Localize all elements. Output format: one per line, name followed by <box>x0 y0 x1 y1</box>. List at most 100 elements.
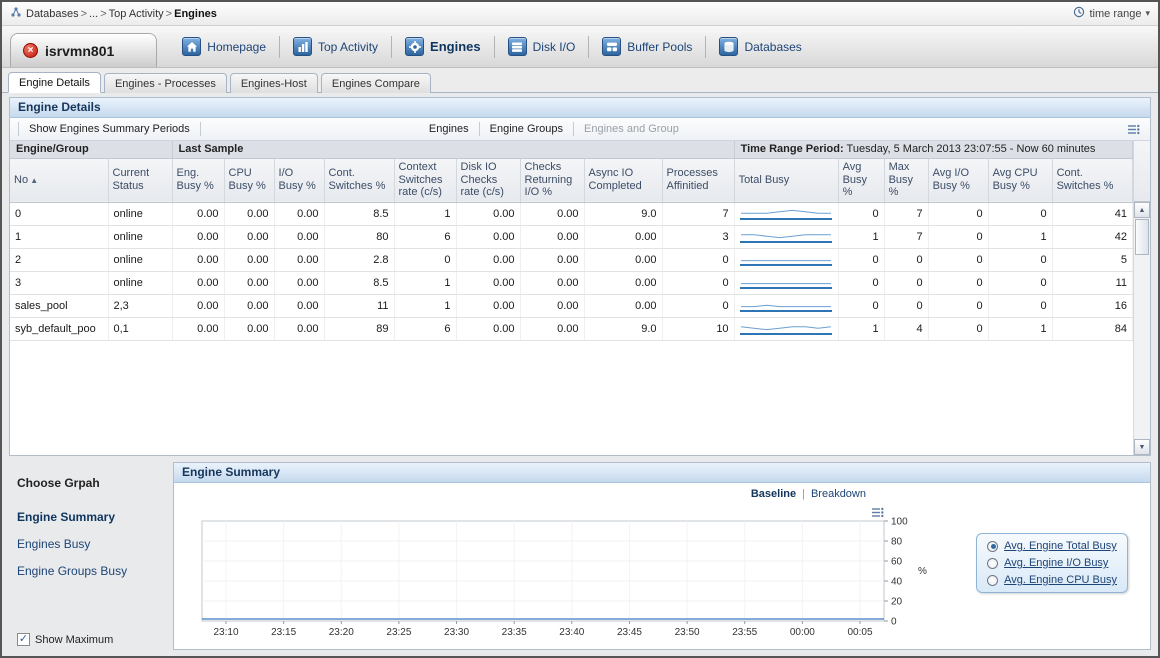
table-options-icon[interactable] <box>1127 124 1140 135</box>
cell: 0.00 <box>584 294 662 317</box>
cell: online <box>108 225 172 248</box>
cell: 11 <box>1052 271 1132 294</box>
breakdown-link[interactable]: Breakdown <box>811 488 866 500</box>
tab-engines-processes[interactable]: Engines - Processes <box>104 73 227 93</box>
table-row[interactable]: 1online0.000.000.008060.000.000.00317014… <box>10 225 1133 248</box>
nav-databases[interactable]: Databases <box>710 33 810 60</box>
table-scrollbar[interactable]: ▲ ▼ <box>1133 202 1150 455</box>
nav-engines[interactable]: Engines <box>396 33 490 60</box>
engines-table-zone: Engine/GroupLast SampleTime Range Period… <box>10 141 1150 455</box>
column-header-cont-switches[interactable]: Cont. Switches % <box>324 158 394 202</box>
total-busy-sparkline <box>734 294 838 317</box>
legend-option-avg-engine-cpu-busy[interactable]: Avg. Engine CPU Busy <box>987 574 1117 586</box>
engine-summary-panel: Engine Summary Baseline | Breakdown 0204… <box>173 462 1151 650</box>
column-header-cpu-busy[interactable]: CPU Busy % <box>224 158 274 202</box>
table-row[interactable]: 2online0.000.000.002.800.000.000.0000000… <box>10 248 1133 271</box>
svg-text:00:05: 00:05 <box>847 627 872 638</box>
cell: 0.00 <box>584 225 662 248</box>
cell: 0.00 <box>172 202 224 225</box>
baseline-link[interactable]: Baseline <box>751 488 796 500</box>
column-header-disk-io-checks-rate-c-s[interactable]: Disk IO Checks rate (c/s) <box>456 158 520 202</box>
engine-summary-chart-area: Baseline | Breakdown 02040608010023:1023… <box>174 483 1150 649</box>
table-row[interactable]: 3online0.000.000.008.510.000.000.0000000… <box>10 271 1133 294</box>
home-icon <box>182 37 201 56</box>
toolbar-separator <box>18 122 19 136</box>
show-maximum-checkbox[interactable]: ✓ Show Maximum <box>17 633 163 646</box>
table-row[interactable]: 0online0.000.000.008.510.000.009.0707004… <box>10 202 1133 225</box>
nav-homepage[interactable]: Homepage <box>173 33 275 60</box>
nav-buffer-pools[interactable]: Buffer Pools <box>593 33 701 60</box>
column-header-cont-switches[interactable]: Cont. Switches % <box>1052 158 1132 202</box>
graph-option-engine-groups-busy[interactable]: Engine Groups Busy <box>17 564 163 578</box>
page-title: isrvmn801 <box>45 43 114 59</box>
cell: sales_pool <box>10 294 108 317</box>
column-header-avg-cpu-busy[interactable]: Avg CPU Busy % <box>988 158 1052 202</box>
link-separator: | <box>802 488 805 500</box>
nav-top-activity[interactable]: Top Activity <box>284 33 387 60</box>
svg-text:23:25: 23:25 <box>386 627 411 638</box>
column-header-processes-affinitied[interactable]: Processes Affinitied <box>662 158 734 202</box>
breadcrumb-item-[interactable]: ... <box>89 8 98 20</box>
column-header-async-io-completed[interactable]: Async IO Completed <box>584 158 662 202</box>
graph-option-engines-busy[interactable]: Engines Busy <box>17 537 163 551</box>
column-header-context-switches-rate-c-s[interactable]: Context Switches rate (c/s) <box>394 158 456 202</box>
table-row[interactable]: sales_pool2,30.000.000.001110.000.000.00… <box>10 294 1133 317</box>
sparkline-icon <box>739 274 833 289</box>
chart-legend: Avg. Engine Total Busy Avg. Engine I/O Bu… <box>976 533 1128 593</box>
column-group-last-sample: Last Sample <box>172 141 734 158</box>
main-content: Engine Details Show Engines Summary Peri… <box>2 93 1158 460</box>
cell: 0 <box>928 271 988 294</box>
scroll-up-button[interactable]: ▲ <box>1134 202 1150 218</box>
column-header-avg-busy[interactable]: Avg Busy % <box>838 158 884 202</box>
svg-text:60: 60 <box>891 557 903 568</box>
table-row[interactable]: syb_default_poo0,10.000.000.008960.000.0… <box>10 317 1133 340</box>
cell: 0 <box>988 248 1052 271</box>
tab-bar: Engine DetailsEngines - ProcessesEngines… <box>2 68 1158 93</box>
cell: 0.00 <box>456 317 520 340</box>
scroll-down-button[interactable]: ▼ <box>1134 439 1150 455</box>
nav-disk-i-o[interactable]: Disk I/O <box>499 33 585 60</box>
cell: 42 <box>1052 225 1132 248</box>
breadcrumb-item-engines[interactable]: Engines <box>174 8 217 20</box>
legend-option-avg-engine-i-o-busy[interactable]: Avg. Engine I/O Busy <box>987 557 1117 569</box>
column-header-checks-returning-i-o[interactable]: Checks Returning I/O % <box>520 158 584 202</box>
cell: 1 <box>838 225 884 248</box>
column-header-no[interactable]: No ▲ <box>10 158 108 202</box>
nav-label: Homepage <box>207 40 266 54</box>
cell: online <box>108 248 172 271</box>
header: × isrvmn801 HomepageTop ActivityEnginesD… <box>2 26 1158 68</box>
show-engines-summary-periods-button[interactable]: Show Engines Summary Periods <box>21 121 198 137</box>
column-header-current-status[interactable]: Current Status <box>108 158 172 202</box>
legend-option-avg-engine-total-busy[interactable]: Avg. Engine Total Busy <box>987 540 1117 552</box>
time-range-label: time range <box>1089 8 1141 20</box>
column-header-eng-busy[interactable]: Eng. Busy % <box>172 158 224 202</box>
cell: 0 <box>662 248 734 271</box>
engines-button[interactable]: Engines <box>421 121 477 137</box>
tab-engine-details[interactable]: Engine Details <box>8 72 101 93</box>
engines-and-group-button[interactable]: Engines and Group <box>576 121 687 137</box>
tab-engines-compare[interactable]: Engines Compare <box>321 73 431 93</box>
cell: 16 <box>1052 294 1132 317</box>
breadcrumb-item-databases[interactable]: Databases <box>26 8 79 20</box>
engines-gear-icon <box>405 37 424 56</box>
graph-option-engine-summary[interactable]: Engine Summary <box>17 510 163 524</box>
column-header-avg-i-o-busy[interactable]: Avg I/O Busy % <box>928 158 988 202</box>
column-header-total-busy[interactable]: Total Busy <box>734 158 838 202</box>
tab-engines-host[interactable]: Engines-Host <box>230 73 318 93</box>
nav-separator <box>279 36 280 58</box>
cell: 84 <box>1052 317 1132 340</box>
svg-text:23:50: 23:50 <box>675 627 700 638</box>
cell: 4 <box>884 317 928 340</box>
column-header-max-busy[interactable]: Max Busy % <box>884 158 928 202</box>
engine-groups-button[interactable]: Engine Groups <box>482 121 571 137</box>
time-range-control[interactable]: time range ▾ <box>1073 6 1150 21</box>
total-busy-sparkline <box>734 317 838 340</box>
scroll-thumb[interactable] <box>1135 219 1149 255</box>
cell: 0.00 <box>456 248 520 271</box>
breadcrumb-separator: > <box>81 8 87 20</box>
cell: 0.00 <box>520 317 584 340</box>
cell: 0.00 <box>172 317 224 340</box>
breadcrumb-item-top-activity[interactable]: Top Activity <box>109 8 164 20</box>
cell: 0 <box>988 202 1052 225</box>
column-header-i-o-busy[interactable]: I/O Busy % <box>274 158 324 202</box>
